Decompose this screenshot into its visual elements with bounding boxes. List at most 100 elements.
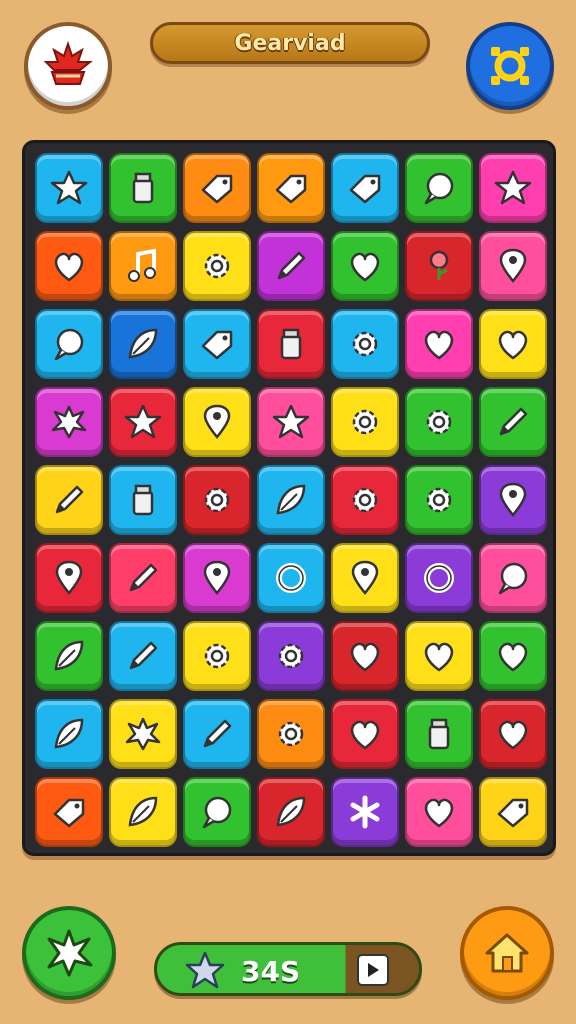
board-tile-r4-c6[interactable] — [405, 387, 473, 457]
bubble-icon — [498, 562, 528, 595]
gear-icon — [426, 409, 452, 435]
board-tile-r4-c3[interactable] — [183, 387, 251, 457]
board-tile-r7-c1[interactable] — [35, 621, 103, 691]
board-tile-r2-c2[interactable] — [109, 231, 177, 301]
menu-button[interactable] — [24, 22, 112, 110]
board-tile-r2-c1[interactable] — [35, 231, 103, 301]
settings-button[interactable] — [466, 22, 554, 110]
board-tile-r2-c3[interactable] — [183, 231, 251, 301]
board-tile-r6-c3[interactable] — [183, 543, 251, 613]
heart-icon — [424, 798, 454, 828]
play-icon — [368, 963, 379, 977]
jar-icon — [132, 484, 154, 516]
board-tile-r5-c6[interactable] — [405, 465, 473, 535]
board-tile-r2-c7[interactable] — [479, 231, 547, 301]
board-tile-r6-c7[interactable] — [479, 543, 547, 613]
play-button[interactable] — [357, 954, 389, 986]
board-tile-r1-c6[interactable] — [405, 153, 473, 223]
board-tile-r1-c3[interactable] — [183, 153, 251, 223]
board-tile-r5-c2[interactable] — [109, 465, 177, 535]
star-icon — [272, 404, 310, 439]
board-tile-r6-c4[interactable] — [257, 543, 325, 613]
pencil-icon — [129, 563, 158, 592]
board-tile-r7-c4[interactable] — [257, 621, 325, 691]
board-tile-r8-c3[interactable] — [183, 699, 251, 769]
board-tile-r3-c6[interactable] — [405, 309, 473, 379]
board-tile-r2-c5[interactable] — [331, 231, 399, 301]
board-tile-r1-c5[interactable] — [331, 153, 399, 223]
board-tile-r9-c4[interactable] — [257, 777, 325, 847]
board-tile-r7-c5[interactable] — [331, 621, 399, 691]
board-tile-r6-c2[interactable] — [109, 543, 177, 613]
board-tile-r3-c2[interactable] — [109, 309, 177, 379]
heart-icon — [54, 252, 84, 282]
board-tile-r4-c1[interactable] — [35, 387, 103, 457]
board-tile-r4-c5[interactable] — [331, 387, 399, 457]
heart-icon — [498, 720, 528, 750]
board-tile-r4-c2[interactable] — [109, 387, 177, 457]
jar-icon — [428, 718, 450, 750]
home-button[interactable] — [460, 906, 554, 1000]
board-tile-r2-c6[interactable] — [405, 231, 473, 301]
board-tile-r9-c6[interactable] — [405, 777, 473, 847]
board-tile-r3-c3[interactable] — [183, 309, 251, 379]
score-value: 34S — [241, 955, 301, 988]
board-tile-r7-c6[interactable] — [405, 621, 473, 691]
board-tile-r3-c7[interactable] — [479, 309, 547, 379]
board-tile-r8-c6[interactable] — [405, 699, 473, 769]
board-tile-r8-c4[interactable] — [257, 699, 325, 769]
board-tile-r1-c7[interactable] — [479, 153, 547, 223]
board-tile-r9-c5[interactable] — [331, 777, 399, 847]
board-tile-r5-c4[interactable] — [257, 465, 325, 535]
board-tile-r1-c4[interactable] — [257, 153, 325, 223]
board-tile-r5-c1[interactable] — [35, 465, 103, 535]
gear-icon — [352, 487, 378, 513]
leaf-icon — [54, 640, 84, 671]
board-tile-r3-c1[interactable] — [35, 309, 103, 379]
gear-icon — [204, 487, 230, 513]
board-tile-r7-c2[interactable] — [109, 621, 177, 691]
board-tile-r9-c3[interactable] — [183, 777, 251, 847]
board-tile-r7-c3[interactable] — [183, 621, 251, 691]
gear-icon — [278, 643, 304, 669]
board-tile-r2-c4[interactable] — [257, 231, 325, 301]
heart-icon — [424, 330, 454, 360]
board-tile-r4-c7[interactable] — [479, 387, 547, 457]
gear-icon — [204, 253, 230, 279]
board-tile-r3-c4[interactable] — [257, 309, 325, 379]
star-icon — [124, 404, 162, 439]
bubble-icon — [202, 796, 232, 829]
board-tile-r9-c2[interactable] — [109, 777, 177, 847]
board-tile-r5-c7[interactable] — [479, 465, 547, 535]
board-tile-r7-c7[interactable] — [479, 621, 547, 691]
pin-icon — [203, 560, 231, 595]
board-tile-r9-c7[interactable] — [479, 777, 547, 847]
board-tile-r6-c1[interactable] — [35, 543, 103, 613]
board-tile-r1-c1[interactable] — [35, 153, 103, 223]
board-tile-r4-c4[interactable] — [257, 387, 325, 457]
board-tile-r5-c5[interactable] — [331, 465, 399, 535]
board-tile-r1-c2[interactable] — [109, 153, 177, 223]
board-tile-r6-c6[interactable] — [405, 543, 473, 613]
ring-icon — [424, 563, 454, 593]
splat-icon — [51, 405, 87, 439]
level-title-banner: Gearviad — [150, 22, 430, 64]
pencil-icon — [499, 407, 528, 436]
board-tile-r9-c1[interactable] — [35, 777, 103, 847]
leaf-icon — [128, 796, 158, 827]
board-tile-r8-c5[interactable] — [331, 699, 399, 769]
board-tile-r8-c2[interactable] — [109, 699, 177, 769]
booster-button[interactable] — [22, 906, 116, 1000]
board-tile-r5-c3[interactable] — [183, 465, 251, 535]
pencil-icon — [203, 719, 232, 748]
board-tile-r8-c1[interactable] — [35, 699, 103, 769]
home-icon — [485, 933, 529, 973]
heart-icon — [498, 330, 528, 360]
gear-icon — [352, 409, 378, 435]
board-tile-r3-c5[interactable] — [331, 309, 399, 379]
gear-icon — [204, 643, 230, 669]
board-tile-r6-c5[interactable] — [331, 543, 399, 613]
board-tile-r8-c7[interactable] — [479, 699, 547, 769]
bubble-icon — [424, 172, 454, 205]
tag-icon — [349, 174, 381, 204]
